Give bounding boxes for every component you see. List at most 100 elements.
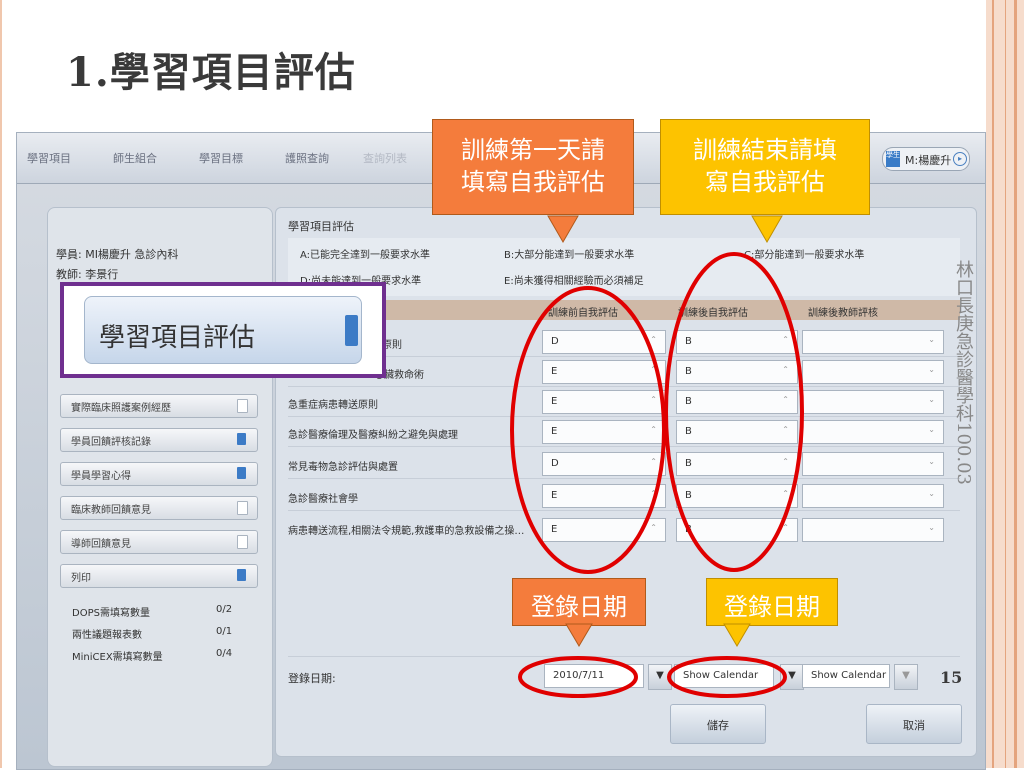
user-menu[interactable]: 學生 M:楊慶升 ▸ <box>882 147 970 171</box>
side-note: 林口長庚急診醫學科100.03 <box>953 260 974 485</box>
dropdown-icon: ⌄ <box>928 425 935 434</box>
select-pre[interactable]: D ⌃ <box>542 330 666 354</box>
user-name: M:楊慶升 <box>905 154 952 167</box>
highlight-popup: 學習項目評估 <box>60 282 386 378</box>
menu-label: 臨床教師回饋意見 <box>71 505 151 516</box>
select-teacher[interactable]: ⌄ <box>802 330 944 354</box>
column-header-teacher: 訓練後教師評核 <box>808 308 878 319</box>
column-header-pre: 訓練前自我評估 <box>548 308 618 319</box>
popup-label: 學習項目評估 <box>99 323 256 353</box>
stat-label-gender: 兩性議題報表數 <box>72 630 142 641</box>
menu-print[interactable]: 列印 <box>60 564 258 588</box>
user-role-tag: 學生 <box>886 151 900 167</box>
callout-text: 登錄日期 <box>724 593 820 621</box>
select-value: B <box>685 426 692 437</box>
calendar-toggle-button[interactable]: ▼ <box>648 664 672 690</box>
menu-label: 導師回饋意見 <box>71 539 131 550</box>
dropdown-icon: ⌄ <box>928 457 935 466</box>
slide-title: 1.學習項目評估 <box>66 49 356 96</box>
calendar-toggle-button[interactable]: ▼ <box>894 664 918 690</box>
menu-label: 實際臨床照護案例經歷 <box>71 403 171 414</box>
nav-item-learning-items[interactable]: 學習項目 <box>27 150 71 166</box>
stat-label-dops: DOPS需填寫數量 <box>72 608 150 619</box>
select-pre[interactable]: E ⌃ <box>542 518 666 542</box>
slide-border-line <box>992 0 994 768</box>
legend-c: C:部分能達到一般要求水準 <box>744 250 865 261</box>
select-pre[interactable]: E ⌃ <box>542 484 666 508</box>
arrow-right-icon[interactable]: ▸ <box>953 152 967 166</box>
menu-clinical-cases[interactable]: 實際臨床照護案例經歷 <box>60 394 258 418</box>
login-date-input[interactable]: 2010/7/11 <box>544 664 644 688</box>
dropdown-icon: ⌃ <box>650 365 657 374</box>
callout-text: 訓練第一天請填寫自我評估 <box>461 136 605 196</box>
select-pre[interactable]: D ⌃ <box>542 452 666 476</box>
row-divider <box>288 510 960 511</box>
select-post[interactable]: B ⌃ <box>676 360 798 384</box>
select-post[interactable]: B ⌃ <box>676 420 798 444</box>
row-label: 病患轉送流程,相關法令規範,救護車的急救設備之操… <box>288 526 525 537</box>
nav-item-query-list[interactable]: 查詢列表 <box>363 150 407 166</box>
select-value: B <box>685 366 692 377</box>
select-post[interactable]: B ⌃ <box>676 390 798 414</box>
select-value: B <box>685 336 692 347</box>
dropdown-icon: ⌃ <box>650 395 657 404</box>
slide-border-line <box>1014 0 1017 768</box>
select-pre[interactable]: E ⌃ <box>542 420 666 444</box>
dropdown-icon: ⌃ <box>650 457 657 466</box>
cancel-button[interactable]: 取消 <box>866 704 962 744</box>
date-placeholder: Show Calendar <box>683 670 759 681</box>
date-placeholder: Show Calendar <box>811 670 887 681</box>
menu-label: 學員回饋評核記錄 <box>71 437 151 448</box>
row-label: 常見毒物急診評估與處置 <box>288 462 398 473</box>
select-post[interactable]: B ⌃ <box>676 484 798 508</box>
select-pre[interactable]: E ⌃ <box>542 360 666 384</box>
save-label: 儲存 <box>707 719 729 732</box>
dropdown-icon: ⌃ <box>650 425 657 434</box>
document-icon <box>237 535 248 549</box>
select-post[interactable]: B ⌃ <box>676 518 798 542</box>
select-teacher[interactable]: ⌄ <box>802 452 944 476</box>
menu-learning-reflection[interactable]: 學員學習心得 <box>60 462 258 486</box>
nav-item-learning-goals[interactable]: 學習目標 <box>199 150 243 166</box>
menu-mentor-feedback[interactable]: 導師回饋意見 <box>60 530 258 554</box>
row-divider <box>288 478 960 479</box>
menu-teacher-feedback[interactable]: 臨床教師回饋意見 <box>60 496 258 520</box>
column-header-post: 訓練後自我評估 <box>678 308 748 319</box>
select-value: D <box>551 336 559 347</box>
row-label: 急重症病患轉送原則 <box>288 400 378 411</box>
select-teacher[interactable]: ⌄ <box>802 518 944 542</box>
stat-value-minicex: 0/4 <box>216 648 233 659</box>
learning-items-button-zoom[interactable]: 學習項目評估 <box>84 296 362 364</box>
row-divider <box>288 356 960 357</box>
select-teacher[interactable]: ⌄ <box>802 484 944 508</box>
dropdown-icon: ⌃ <box>782 395 789 404</box>
menu-feedback-record[interactable]: 學員回饋評核記錄 <box>60 428 258 452</box>
nav-item-passport-query[interactable]: 護照查詢 <box>285 150 329 166</box>
dropdown-icon: ⌄ <box>928 395 935 404</box>
nav-item-teacher-student[interactable]: 師生組合 <box>113 150 157 166</box>
dropdown-icon: ⌃ <box>782 457 789 466</box>
dropdown-icon: ⌃ <box>782 489 789 498</box>
select-teacher[interactable]: ⌄ <box>802 420 944 444</box>
page-number: 15 <box>940 668 963 687</box>
document-icon <box>345 315 358 346</box>
stat-label-minicex: MiniCEX需填寫數量 <box>72 652 163 663</box>
row-divider <box>288 386 960 387</box>
calendar-toggle-button[interactable]: ▼ <box>780 664 804 690</box>
select-post[interactable]: B ⌃ <box>676 330 798 354</box>
dropdown-icon: ⌃ <box>650 489 657 498</box>
dropdown-icon: ⌄ <box>928 365 935 374</box>
select-pre[interactable]: E ⌃ <box>542 390 666 414</box>
save-button[interactable]: 儲存 <box>670 704 766 744</box>
date-value: 2010/7/11 <box>553 670 605 681</box>
select-value: E <box>551 490 558 501</box>
end-date-input[interactable]: Show Calendar <box>674 664 774 688</box>
callout-login-date-1: 登錄日期 <box>512 578 646 626</box>
dropdown-icon: ⌄ <box>928 335 935 344</box>
select-value: E <box>551 524 558 535</box>
select-teacher[interactable]: ⌄ <box>802 360 944 384</box>
teacher-date-input[interactable]: Show Calendar <box>802 664 890 688</box>
select-teacher[interactable]: ⌄ <box>802 390 944 414</box>
document-icon <box>237 501 248 515</box>
select-post[interactable]: B ⌃ <box>676 452 798 476</box>
